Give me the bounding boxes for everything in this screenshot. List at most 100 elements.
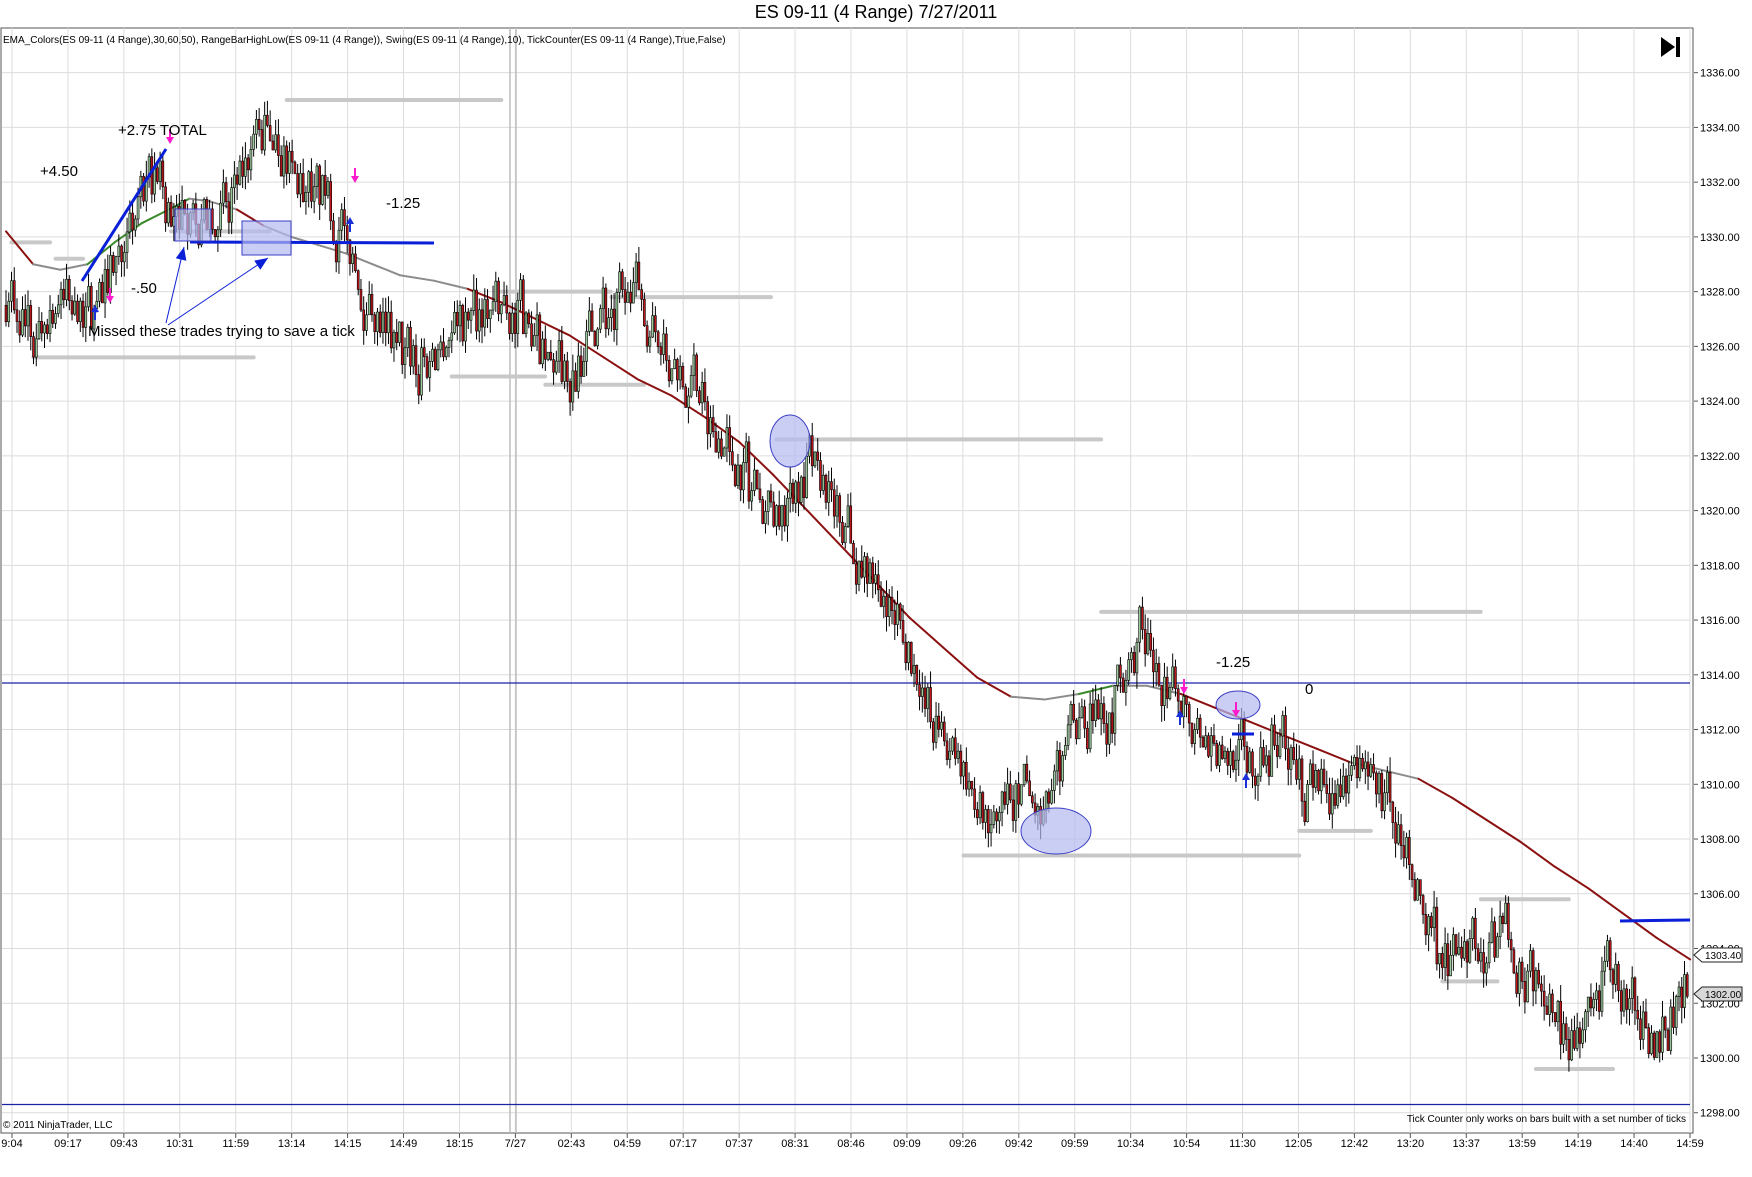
candle-down bbox=[150, 156, 154, 195]
candle-down bbox=[301, 173, 305, 202]
candle-down bbox=[640, 289, 643, 300]
candle-up bbox=[1457, 946, 1461, 955]
candle-down bbox=[1619, 990, 1623, 1012]
candle-down bbox=[574, 370, 577, 392]
candle-down bbox=[755, 469, 759, 490]
candle-down bbox=[549, 351, 553, 360]
candle-up bbox=[1479, 952, 1483, 962]
highlight-box bbox=[174, 208, 212, 242]
candle-up bbox=[1622, 988, 1626, 1012]
candle-up bbox=[1498, 915, 1502, 938]
candle-up bbox=[766, 490, 770, 512]
candle-up bbox=[1204, 735, 1208, 748]
candle-down bbox=[1132, 652, 1136, 674]
candle-down bbox=[1515, 972, 1518, 994]
candle-down bbox=[1201, 736, 1205, 748]
candle-up bbox=[398, 321, 401, 343]
candle-down bbox=[1419, 879, 1422, 896]
candle-up bbox=[78, 300, 82, 322]
end-bar-icon[interactable] bbox=[1676, 37, 1680, 57]
candle-down bbox=[1303, 800, 1307, 823]
candle-up bbox=[648, 336, 652, 347]
candle-up bbox=[1240, 718, 1243, 740]
candle-down bbox=[1540, 983, 1543, 992]
candle-up bbox=[21, 309, 24, 336]
candle-up bbox=[34, 338, 38, 358]
candle-down bbox=[530, 323, 533, 347]
candle-down bbox=[1564, 1023, 1568, 1040]
candle-down bbox=[1672, 1006, 1675, 1028]
candle-down bbox=[1410, 864, 1414, 880]
candle-down bbox=[1608, 940, 1612, 971]
candle-down bbox=[271, 140, 275, 151]
time-tick-label: 7/27 bbox=[505, 1138, 526, 1150]
candle-up bbox=[387, 311, 390, 334]
candle-up bbox=[585, 331, 588, 362]
candle-down bbox=[260, 129, 264, 151]
last-price-tag: 1302.00 bbox=[1693, 986, 1743, 1002]
price-tick-label: 1328.00 bbox=[1700, 287, 1740, 299]
candle-up bbox=[274, 134, 277, 151]
candle-up bbox=[1308, 763, 1312, 785]
candle-down bbox=[277, 134, 280, 156]
candle-down bbox=[728, 427, 731, 452]
candle-up bbox=[1595, 990, 1598, 1000]
candle-down bbox=[1267, 755, 1271, 777]
time-tick-label: 13:37 bbox=[1453, 1138, 1481, 1150]
candle-up bbox=[87, 286, 90, 308]
candle-up bbox=[596, 328, 599, 347]
candle-down bbox=[1105, 723, 1108, 745]
candle-up bbox=[1080, 706, 1084, 719]
candle-down bbox=[1589, 996, 1593, 1009]
candle-down bbox=[1198, 717, 1202, 738]
candle-up bbox=[577, 355, 580, 392]
candle-down bbox=[1680, 986, 1684, 1008]
candle-down bbox=[954, 737, 957, 759]
candle-down bbox=[959, 750, 963, 777]
candle-up bbox=[835, 495, 839, 517]
time-tick-label: 07:17 bbox=[669, 1138, 697, 1150]
candle-down bbox=[1028, 780, 1031, 797]
candle-up bbox=[678, 366, 682, 381]
candle-down bbox=[987, 809, 990, 834]
candle-down bbox=[373, 314, 377, 332]
candle-up bbox=[857, 560, 861, 585]
candle-down bbox=[654, 315, 657, 333]
candle-down bbox=[241, 160, 244, 177]
candle-up bbox=[717, 438, 720, 453]
candle-down bbox=[51, 310, 55, 324]
candle-up bbox=[1020, 784, 1023, 805]
candle-down bbox=[1441, 953, 1444, 968]
candle-up bbox=[230, 187, 233, 223]
candle-up bbox=[125, 231, 129, 253]
time-axis[interactable]: 9:04 09:17 09:43 10:31 11:59 13:14 14:15 14:49 1… bbox=[1, 1133, 1704, 1150]
candle-down bbox=[422, 347, 426, 358]
price-chart[interactable]: 1336.00 1334.00 1332.00 1330.00 1328.00 1326.… bbox=[0, 0, 1752, 1177]
candle-down bbox=[676, 359, 679, 381]
candle-up bbox=[786, 497, 789, 527]
candle-down bbox=[409, 326, 412, 367]
candle-down bbox=[1152, 649, 1155, 673]
price-tick-label: 1330.00 bbox=[1700, 232, 1740, 244]
candle-down bbox=[67, 278, 71, 301]
candle-down bbox=[560, 340, 564, 382]
candle-down bbox=[1245, 745, 1249, 773]
candle-up bbox=[827, 481, 831, 503]
candle-up bbox=[912, 665, 916, 674]
candle-up bbox=[477, 309, 481, 332]
candle-up bbox=[263, 114, 266, 151]
time-tick-label: 14:49 bbox=[390, 1138, 418, 1150]
candle-down bbox=[1009, 783, 1012, 801]
price-tick-label: 1298.00 bbox=[1700, 1108, 1740, 1120]
time-tick-label: 09:42 bbox=[1005, 1138, 1033, 1150]
candle-up bbox=[1548, 993, 1551, 1015]
candle-up bbox=[940, 721, 943, 730]
candle-up bbox=[114, 256, 118, 273]
candle-down bbox=[1311, 763, 1315, 788]
candle-up bbox=[618, 271, 621, 293]
candle-up bbox=[1163, 676, 1166, 706]
candle-down bbox=[976, 809, 979, 819]
candle-down bbox=[332, 220, 335, 242]
candle-down bbox=[1110, 712, 1114, 734]
candle-up bbox=[920, 687, 924, 697]
